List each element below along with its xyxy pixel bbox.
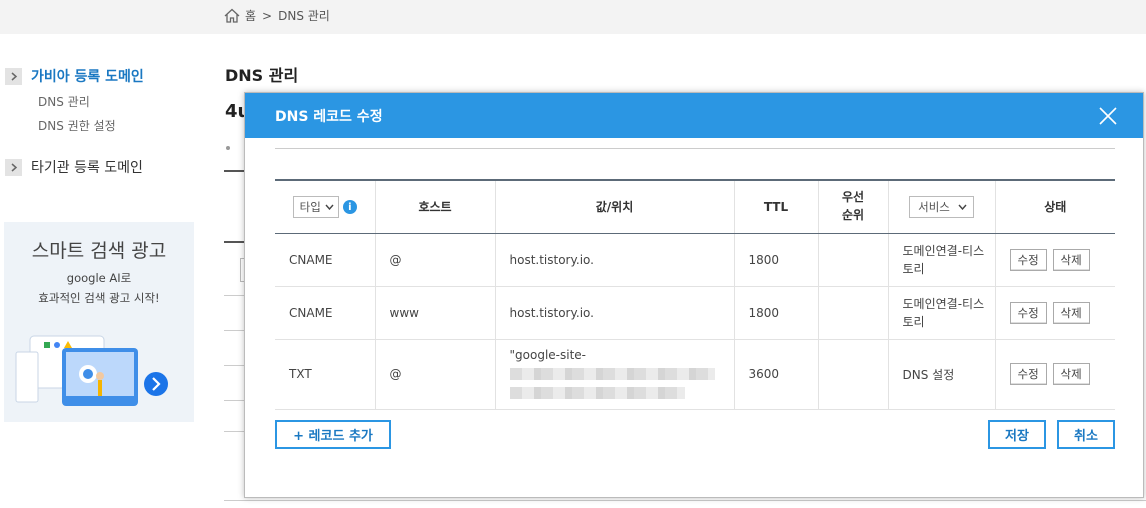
close-icon[interactable] <box>1097 105 1119 127</box>
cell-value: host.tistory.io. <box>495 286 735 340</box>
delete-button[interactable]: 삭제 <box>1052 248 1090 271</box>
sidebar-group-gabia[interactable]: 가비아 등록 도메인 <box>5 66 144 86</box>
modal-divider <box>275 148 1115 149</box>
edit-button[interactable]: 수정 <box>1009 363 1047 385</box>
redacted-value <box>509 368 715 381</box>
breadcrumb-separator: > <box>262 8 273 23</box>
bg-divider <box>224 431 244 432</box>
service-select-label: 서비스 <box>918 199 950 214</box>
ad-illustration <box>15 335 168 406</box>
cell-priority <box>818 339 889 410</box>
sidebar-group-other[interactable]: 타기관 등록 도메인 <box>5 157 143 177</box>
save-button[interactable]: 저장 <box>988 420 1046 449</box>
cell-actions: 수정 삭제 <box>995 339 1115 410</box>
add-record-button[interactable]: + 레코드 추가 <box>275 420 391 449</box>
cell-actions: 수정 삭제 <box>995 286 1115 340</box>
cell-type: CNAME <box>275 286 376 340</box>
edit-button[interactable]: 수정 <box>1009 248 1047 271</box>
cell-ttl: 3600 <box>734 339 819 410</box>
edit-button[interactable]: 수정 <box>1009 301 1047 324</box>
ad-title: 스마트 검색 광고 <box>31 240 167 262</box>
cell-service: 도메인연결-티스토리 <box>888 286 996 340</box>
cell-type: TXT <box>275 339 376 410</box>
cell-value-text: "google-site- <box>509 348 587 363</box>
header-host: 호스트 <box>375 179 496 234</box>
cancel-button[interactable]: 취소 <box>1057 420 1115 449</box>
chevron-right-icon <box>5 67 22 85</box>
service-select[interactable]: 서비스 <box>909 195 974 218</box>
sidebar-item-dns[interactable]: DNS 관리 <box>38 93 90 110</box>
header-priority-line1: 우선 <box>841 190 865 205</box>
header-value: 값/위치 <box>495 179 735 234</box>
cell-actions: 수정 삭제 <box>995 233 1115 287</box>
bg-divider <box>224 500 1146 501</box>
home-icon[interactable] <box>224 8 240 23</box>
delete-button[interactable]: 삭제 <box>1052 301 1090 324</box>
breadcrumb-current: DNS 관리 <box>278 9 330 23</box>
info-icon[interactable]: i <box>342 200 357 215</box>
header-type: 타입 i <box>275 179 376 234</box>
breadcrumb-home[interactable]: 홈 <box>245 7 256 24</box>
sidebar-group-label[interactable]: 가비아 등록 도메인 <box>31 66 144 86</box>
redacted-value <box>509 386 685 399</box>
cell-service: 도메인연결-티스토리 <box>888 233 996 287</box>
table-row: CNAME www host.tistory.io. 1800 도메인연결-티스… <box>275 286 1115 340</box>
cell-value: host.tistory.io. <box>495 233 735 287</box>
cell-service: DNS 설정 <box>888 339 996 410</box>
header-priority-line2: 순위 <box>841 207 865 222</box>
cell-type: CNAME <box>275 233 376 287</box>
type-select-label: 타입 <box>299 199 321 214</box>
cell-host: @ <box>375 233 496 287</box>
sidebar-item-dns-permission[interactable]: DNS 권한 설정 <box>38 117 116 134</box>
sidebar-group-label[interactable]: 타기관 등록 도메인 <box>31 157 143 177</box>
chevron-down-icon <box>325 204 334 210</box>
header-status: 상태 <box>995 179 1115 234</box>
table-header-row: 타입 i 호스트 값/위치 TTL 우선 순위 서비스 상태 <box>275 179 1115 234</box>
header-priority: 우선 순위 <box>818 179 889 234</box>
bg-divider <box>224 365 244 366</box>
ad-line-1: google AI로 <box>66 271 132 285</box>
bg-divider <box>224 295 244 296</box>
chevron-right-icon <box>5 158 22 176</box>
bg-divider <box>224 330 244 331</box>
cell-ttl: 1800 <box>734 233 819 287</box>
modal-header: DNS 레코드 수정 <box>245 93 1143 138</box>
page-title: DNS 관리 <box>225 66 299 85</box>
cell-service-text: 도메인연결-티스토리 <box>902 296 985 329</box>
cell-service-text: 도메인연결-티스토리 <box>902 243 985 276</box>
bg-divider <box>224 241 244 243</box>
ad-banner[interactable]: 스마트 검색 광고 google AI로 효과적인 검색 광고 시작! <box>4 222 194 422</box>
breadcrumb: 홈 > DNS 관리 <box>224 7 330 24</box>
header-ttl: TTL <box>734 179 819 234</box>
dns-record-edit-modal: DNS 레코드 수정 타입 i 호스트 값/위치 TTL 우선 순위 서비스 상… <box>244 92 1144 498</box>
bg-divider <box>224 400 244 401</box>
cell-priority <box>818 286 889 340</box>
table-row: CNAME @ host.tistory.io. 1800 도메인연결-티스토리… <box>275 233 1115 287</box>
dns-records-table: 타입 i 호스트 값/위치 TTL 우선 순위 서비스 상태 CNAME @ ho… <box>275 179 1115 410</box>
top-bar: 홈 > DNS 관리 <box>0 0 1146 34</box>
cell-priority <box>818 233 889 287</box>
cell-value: "google-site- <box>495 339 735 410</box>
ad-line-2: 효과적인 검색 광고 시작! <box>38 291 160 305</box>
cell-host: @ <box>375 339 496 410</box>
modal-title: DNS 레코드 수정 <box>275 108 383 125</box>
cell-host: www <box>375 286 496 340</box>
header-service: 서비스 <box>888 179 996 234</box>
cell-ttl: 1800 <box>734 286 819 340</box>
delete-button[interactable]: 삭제 <box>1052 363 1090 385</box>
table-row: TXT @ "google-site- 3600 DNS 설정 수정 삭제 <box>275 339 1115 410</box>
bullet-dot <box>226 146 230 150</box>
bg-divider <box>224 170 244 172</box>
type-select[interactable]: 타입 <box>292 195 339 218</box>
chevron-down-icon <box>958 204 967 210</box>
